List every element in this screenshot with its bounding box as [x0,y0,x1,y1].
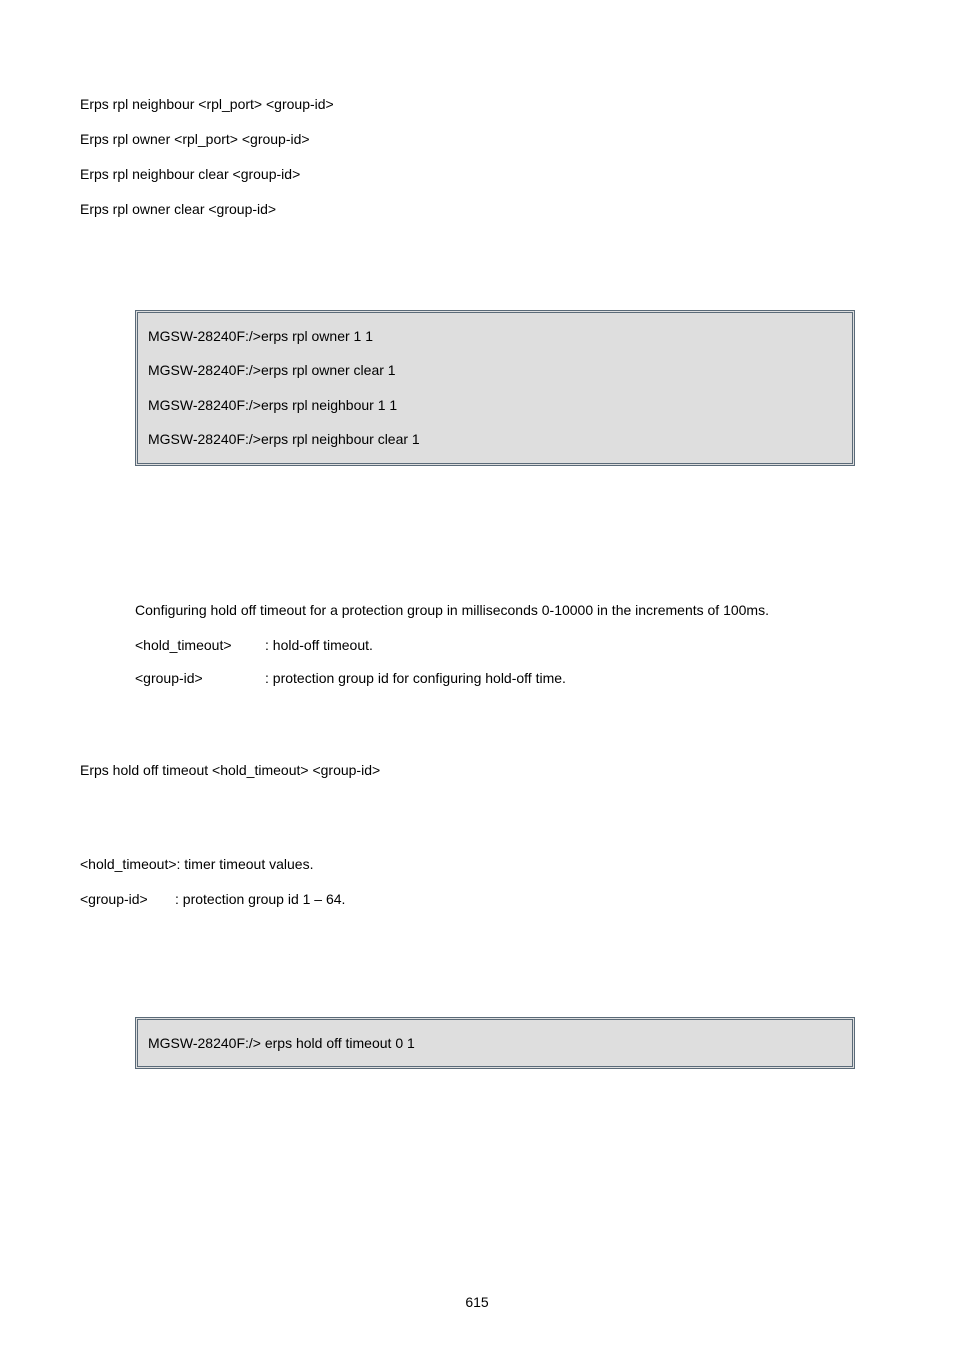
param-val: : hold-off timeout. [265,635,874,656]
spacer [80,922,874,1017]
example1-line-3: MGSW-28240F:/>erps rpl neighbour 1 1 [148,394,842,416]
page-number: 615 [0,1294,954,1310]
syntax-2-line: Erps hold off timeout <hold_timeout> <gr… [80,760,874,781]
description-block-2: Configuring hold off timeout for a prote… [135,600,874,689]
example2-line-1: MGSW-28240F:/> erps hold off timeout 0 1 [148,1032,842,1054]
param-key: <group-id> [80,889,175,910]
description2-param-2: <group-id> : protection group id for con… [135,668,874,689]
params2-line-1: <hold_timeout>: timer timeout values. [80,854,874,875]
spacer [80,701,874,756]
syntax-line-4: Erps rpl owner clear <group-id> [80,199,874,220]
param-val: : protection group id for configuring ho… [265,668,874,689]
params2-line-2: <group-id> : protection group id 1 – 64. [80,889,874,910]
spacer [80,795,874,850]
description2-param-1: <hold_timeout> : hold-off timeout. [135,635,874,656]
example1-line-4: MGSW-28240F:/>erps rpl neighbour clear 1 [148,428,842,450]
example1-line-2: MGSW-28240F:/>erps rpl owner clear 1 [148,359,842,381]
syntax-line-1: Erps rpl neighbour <rpl_port> <group-id> [80,94,874,115]
example1-line-1: MGSW-28240F:/>erps rpl owner 1 1 [148,325,842,347]
spacer [80,466,874,596]
param-val: : protection group id 1 – 64. [175,889,345,910]
description2-intro: Configuring hold off timeout for a prote… [135,600,874,621]
param-key: <hold_timeout> [135,635,265,656]
param-key: <group-id> [135,668,265,689]
syntax-line-2: Erps rpl owner <rpl_port> <group-id> [80,129,874,150]
example-box-2: MGSW-28240F:/> erps hold off timeout 0 1 [135,1017,855,1069]
syntax-line-3: Erps rpl neighbour clear <group-id> [80,164,874,185]
page-root: Erps rpl neighbour <rpl_port> <group-id>… [0,0,954,1350]
example-box-1: MGSW-28240F:/>erps rpl owner 1 1 MGSW-28… [135,310,855,466]
